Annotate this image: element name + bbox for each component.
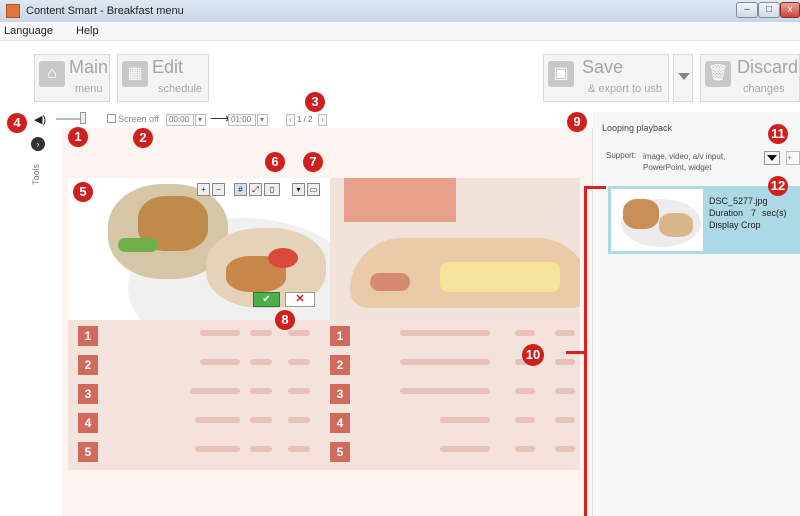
volume-icon: ◀︎) bbox=[34, 114, 47, 126]
main-menu-label: Main bbox=[69, 57, 109, 77]
tools-strip bbox=[22, 128, 63, 516]
discard-label: Discard bbox=[737, 57, 799, 77]
croissant-image-cell[interactable] bbox=[330, 178, 580, 320]
display-value[interactable]: Crop bbox=[741, 220, 761, 230]
support-types-text: image, video, a/v input, PowerPoint, wid… bbox=[643, 152, 726, 172]
page-indicator: 1 / 2 bbox=[297, 115, 313, 124]
callout-8: 8 bbox=[275, 310, 295, 330]
support-label: Support: bbox=[606, 151, 637, 160]
time-to-field[interactable]: 01:00 bbox=[228, 114, 256, 126]
callout-2: 2 bbox=[133, 128, 153, 148]
discard-sublabel: changes bbox=[743, 83, 785, 95]
duration-unit: sec(s) bbox=[762, 208, 787, 218]
duration-value[interactable]: 7 bbox=[751, 208, 756, 218]
minimize-button[interactable]: – bbox=[736, 2, 758, 18]
callout-9: 9 bbox=[567, 112, 587, 132]
window-title: Content Smart - Breakfast menu bbox=[26, 5, 184, 17]
zoom-out-icon[interactable]: − bbox=[212, 183, 225, 196]
menu-bar bbox=[0, 22, 800, 41]
volume-slider-handle[interactable] bbox=[80, 112, 86, 124]
main-menu-sublabel: menu bbox=[75, 83, 103, 95]
expand-tools-icon[interactable]: › bbox=[31, 137, 45, 151]
add-item-button[interactable]: + bbox=[786, 151, 800, 165]
fit-icon[interactable]: ▯ bbox=[264, 183, 280, 196]
cancel-x-button[interactable]: ✕ bbox=[285, 292, 315, 307]
chevron-down-icon bbox=[678, 73, 690, 80]
floppy-icon: ▣ bbox=[548, 61, 574, 87]
close-button[interactable]: x bbox=[780, 2, 800, 18]
save-export-button[interactable]: ▣ Save & export to usb bbox=[543, 54, 669, 102]
main-menu-button[interactable]: ⌂ Main menu bbox=[34, 54, 110, 102]
edit-sublabel: schedule bbox=[158, 83, 203, 95]
folder-icon[interactable]: ▭ bbox=[307, 183, 320, 196]
menu-language[interactable]: Language bbox=[4, 25, 53, 37]
home-icon: ⌂ bbox=[39, 61, 65, 87]
zoom-in-icon[interactable]: + bbox=[197, 183, 210, 196]
looping-playback-label: Looping playback bbox=[602, 123, 673, 133]
screen-off-checkbox[interactable] bbox=[107, 114, 116, 123]
callout-6: 6 bbox=[265, 152, 285, 172]
page-next-button[interactable]: › bbox=[318, 114, 327, 126]
menu-help[interactable]: Help bbox=[76, 25, 99, 37]
bracket-top bbox=[584, 186, 606, 189]
discard-changes-button[interactable]: 🗑 Discard changes bbox=[700, 54, 800, 102]
time-to-dropdown[interactable]: ▾ bbox=[257, 114, 268, 126]
screen-off-label: Screen off bbox=[118, 114, 159, 124]
menu-items-area bbox=[68, 320, 580, 470]
tools-label: Tools bbox=[31, 163, 41, 185]
playlist-item-filename: DSC_5277.jpg bbox=[709, 196, 768, 206]
calendar-icon: ▦ bbox=[122, 61, 148, 87]
trash-icon: 🗑 bbox=[705, 61, 731, 87]
callout-11: 11 bbox=[768, 124, 788, 144]
save-sublabel: & export to usb bbox=[588, 83, 662, 95]
callout-4: 4 bbox=[7, 113, 27, 133]
playlist-item-thumbnail bbox=[611, 189, 703, 251]
time-from-dropdown[interactable]: ▾ bbox=[195, 114, 206, 126]
callout-5: 5 bbox=[73, 182, 93, 202]
add-dropdown-button[interactable] bbox=[764, 151, 780, 165]
callout-7: 7 bbox=[303, 152, 323, 172]
save-label: Save bbox=[582, 57, 624, 77]
crop-icon[interactable]: # bbox=[234, 183, 247, 196]
page-prev-button[interactable]: ‹ bbox=[286, 114, 295, 126]
options-dropdown-icon[interactable]: ▾ bbox=[292, 183, 305, 196]
triangle-down-icon bbox=[767, 155, 777, 161]
duration-label: Duration bbox=[709, 208, 744, 218]
bracket-pointer bbox=[566, 351, 586, 354]
confirm-check-button[interactable]: ✔ bbox=[253, 292, 280, 307]
callout-3: 3 bbox=[305, 92, 325, 112]
app-icon bbox=[6, 4, 20, 18]
callout-10: 10 bbox=[522, 344, 544, 366]
edit-schedule-button[interactable]: ▦ Edit schedule bbox=[117, 54, 209, 102]
stretch-icon[interactable]: ⤢ bbox=[249, 183, 262, 196]
display-label: Display bbox=[709, 220, 739, 230]
callout-12: 12 bbox=[768, 176, 788, 196]
maximize-button[interactable]: □ bbox=[758, 2, 780, 18]
edit-label: Edit bbox=[152, 57, 184, 77]
callout-1: 1 bbox=[68, 127, 88, 147]
save-dropdown-button[interactable] bbox=[673, 54, 693, 102]
time-from-field[interactable]: 00:00 bbox=[166, 114, 194, 126]
